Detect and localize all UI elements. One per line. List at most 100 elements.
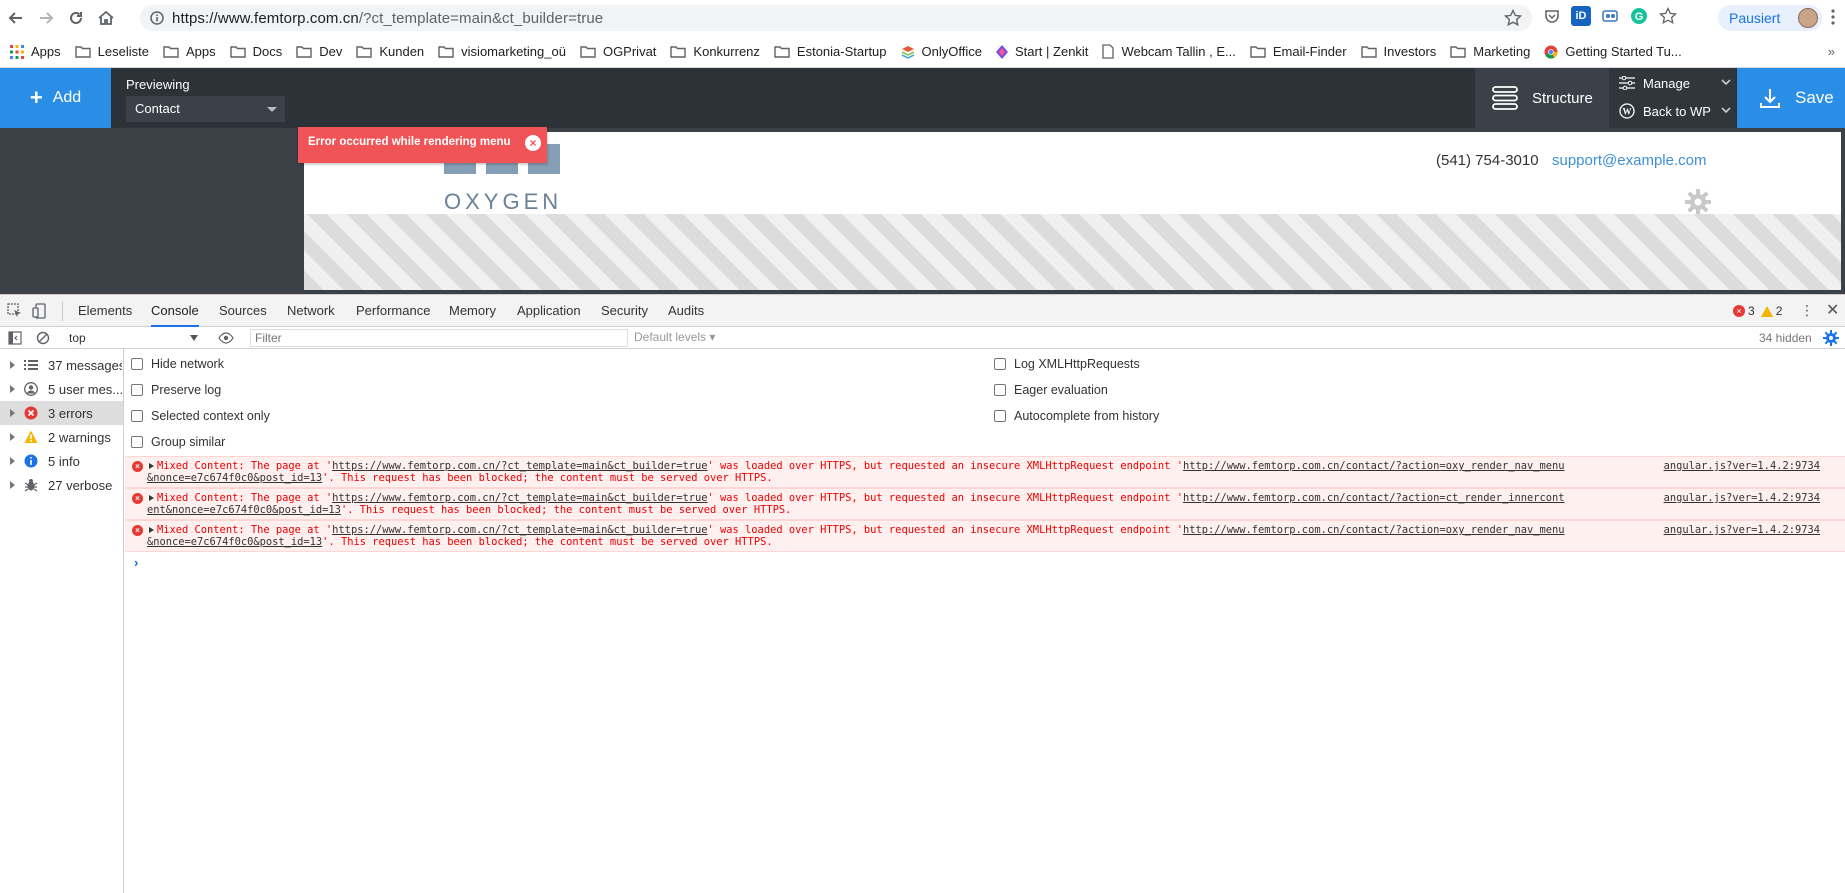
bookmark-leseliste[interactable]: Leseliste <box>74 44 149 59</box>
filter-input[interactable] <box>250 329 628 347</box>
bookmark-webcam[interactable]: Webcam Tallin , E... <box>1102 44 1236 59</box>
close-icon[interactable]: × <box>525 135 541 151</box>
save-button[interactable]: Save <box>1737 68 1845 128</box>
tab-console[interactable]: Console <box>151 295 199 327</box>
issue-counts[interactable]: × 3 2 <box>1733 304 1782 318</box>
clear-console-icon[interactable] <box>36 331 50 345</box>
console-prompt[interactable]: › <box>134 555 138 570</box>
tab-application[interactable]: Application <box>517 295 581 327</box>
tab-network[interactable]: Network <box>287 295 335 327</box>
endpoint-link-cont[interactable]: &nonce=e7c674f0c0&post_id=13 <box>147 472 322 484</box>
group-similar-checkbox[interactable]: Group similar <box>131 435 225 449</box>
console-error-message[interactable]: × Mixed Content: The page at 'https://ww… <box>125 456 1845 488</box>
sidebar-toggle-icon[interactable] <box>8 331 22 345</box>
bookmark-zenkit[interactable]: Start | Zenkit <box>995 44 1088 59</box>
preserve-log-checkbox[interactable]: Preserve log <box>131 383 221 397</box>
devtools-close-icon[interactable]: ✕ <box>1826 300 1839 320</box>
bookmark-investors[interactable]: Investors <box>1360 44 1436 59</box>
home-button[interactable] <box>95 7 117 29</box>
page-url-link[interactable]: https://www.femtorp.com.cn/?ct_template=… <box>332 460 707 472</box>
manage-label: Manage <box>1643 75 1690 91</box>
wordpress-icon: W <box>1619 103 1635 119</box>
structure-button[interactable]: Structure <box>1475 68 1609 128</box>
pocket-icon[interactable] <box>1542 6 1562 26</box>
tab-elements[interactable]: Elements <box>78 295 132 327</box>
endpoint-link-cont[interactable]: ent&nonce=e7c674f0c0&post_id=13 <box>147 504 341 516</box>
tab-security[interactable]: Security <box>601 295 648 327</box>
sidebar-item-warnings[interactable]: 2 warnings <box>0 425 123 449</box>
endpoint-link[interactable]: http://www.femtorp.com.cn/contact/?actio… <box>1183 460 1565 472</box>
context-select[interactable]: top <box>65 329 200 347</box>
bookmark-konkurrenz[interactable]: Konkurrenz <box>670 44 760 59</box>
endpoint-link[interactable]: http://www.femtorp.com.cn/contact/?actio… <box>1183 524 1565 536</box>
tab-audits[interactable]: Audits <box>668 295 704 327</box>
page-url-link[interactable]: https://www.femtorp.com.cn/?ct_template=… <box>332 524 707 536</box>
settings-gear-icon[interactable] <box>1823 330 1839 346</box>
bookmark-apps[interactable]: Apps <box>10 44 61 59</box>
bookmark-ogprivat[interactable]: OGPrivat <box>580 44 656 59</box>
console-error-message[interactable]: × Mixed Content: The page at 'https://ww… <box>125 488 1845 520</box>
sidebar-item-verbose[interactable]: 27 verbose <box>0 473 123 497</box>
device-toolbar-icon[interactable] <box>32 303 48 319</box>
bookmark-email-finder[interactable]: Email-Finder <box>1250 44 1347 59</box>
bookmark-estonia-startup[interactable]: Estonia-Startup <box>774 44 887 59</box>
bookmark-visiomarketing[interactable]: visiomarketing_oü <box>438 44 566 59</box>
tab-sources[interactable]: Sources <box>219 295 267 327</box>
sidebar-item-user-messages[interactable]: 5 user mes... <box>0 377 123 401</box>
sidebar-item-messages[interactable]: 37 messages <box>0 353 123 377</box>
selected-context-checkbox[interactable]: Selected context only <box>131 409 270 423</box>
bookmark-marketing[interactable]: Marketing <box>1450 44 1530 59</box>
eager-evaluation-checkbox[interactable]: Eager evaluation <box>994 383 1108 397</box>
expand-triangle-icon[interactable] <box>149 463 154 469</box>
reader-extension-icon[interactable] <box>1600 6 1620 26</box>
bookmark-onlyoffice[interactable]: OnlyOffice <box>901 44 982 59</box>
hide-network-checkbox[interactable]: Hide network <box>131 357 224 371</box>
profile-button[interactable]: Pausiert <box>1718 5 1822 31</box>
site-logo[interactable]: OXYGEN <box>444 189 562 215</box>
tab-memory[interactable]: Memory <box>449 295 496 327</box>
manage-button[interactable]: Manage <box>1619 70 1731 96</box>
page-url-link[interactable]: https://www.femtorp.com.cn/?ct_template=… <box>332 492 707 504</box>
reload-button[interactable] <box>65 7 87 29</box>
sidebar-item-info[interactable]: 5 info <box>0 449 123 473</box>
bookmark-kunden[interactable]: Kunden <box>356 44 424 59</box>
back-button[interactable] <box>5 7 27 29</box>
tab-performance[interactable]: Performance <box>356 295 430 327</box>
console-error-message[interactable]: × Mixed Content: The page at 'https://ww… <box>125 520 1845 552</box>
source-link[interactable]: angular.js?ver=1.4.2:9734 <box>1664 492 1820 505</box>
bookmark-dev[interactable]: Dev <box>296 44 342 59</box>
preview-select[interactable]: Contact <box>126 96 285 122</box>
site-info-icon[interactable] <box>150 11 164 25</box>
empty-section-placeholder[interactable] <box>304 214 1841 290</box>
back-to-wp-button[interactable]: W Back to WP <box>1619 98 1731 124</box>
endpoint-link[interactable]: http://www.femtorp.com.cn/contact/?actio… <box>1183 492 1565 504</box>
browser-menu-icon[interactable] <box>1831 9 1835 25</box>
star-list-icon[interactable] <box>1658 6 1678 26</box>
source-link[interactable]: angular.js?ver=1.4.2:9734 <box>1664 524 1820 537</box>
error-icon <box>24 406 38 420</box>
inspect-element-icon[interactable] <box>7 303 22 318</box>
forward-button[interactable] <box>35 7 57 29</box>
add-button[interactable]: + Add <box>0 68 111 128</box>
sidebar-item-errors[interactable]: 3 errors <box>0 401 123 425</box>
source-link[interactable]: angular.js?ver=1.4.2:9734 <box>1664 460 1820 473</box>
id-extension-icon[interactable]: iD <box>1571 6 1591 26</box>
eye-icon[interactable] <box>218 332 234 344</box>
bookmark-docs[interactable]: Docs <box>229 44 282 59</box>
expand-triangle-icon[interactable] <box>149 495 154 501</box>
bookmark-star-icon[interactable] <box>1504 9 1522 27</box>
bookmarks-overflow-button[interactable]: » <box>1828 44 1835 59</box>
devtools-menu-icon[interactable]: ⋮ <box>1800 302 1814 319</box>
autocomplete-history-checkbox[interactable]: Autocomplete from history <box>994 409 1159 423</box>
bookmark-getting-started[interactable]: Getting Started Tu... <box>1544 44 1682 59</box>
log-levels-dropdown[interactable]: Default levels ▾ <box>634 330 715 344</box>
log-xhr-checkbox[interactable]: Log XMLHttpRequests <box>994 357 1140 371</box>
url-text[interactable]: https://www.femtorp.com.cn/?ct_template=… <box>172 10 603 27</box>
grammarly-icon[interactable]: G <box>1629 6 1649 26</box>
bookmark-apps-folder[interactable]: Apps <box>163 44 216 59</box>
address-bar[interactable]: https://www.femtorp.com.cn/?ct_template=… <box>140 5 1532 31</box>
gear-icon[interactable] <box>1684 188 1712 216</box>
site-email-link[interactable]: support@example.com <box>1552 152 1706 169</box>
endpoint-link-cont[interactable]: &nonce=e7c674f0c0&post_id=13 <box>147 536 322 548</box>
expand-triangle-icon[interactable] <box>149 527 154 533</box>
